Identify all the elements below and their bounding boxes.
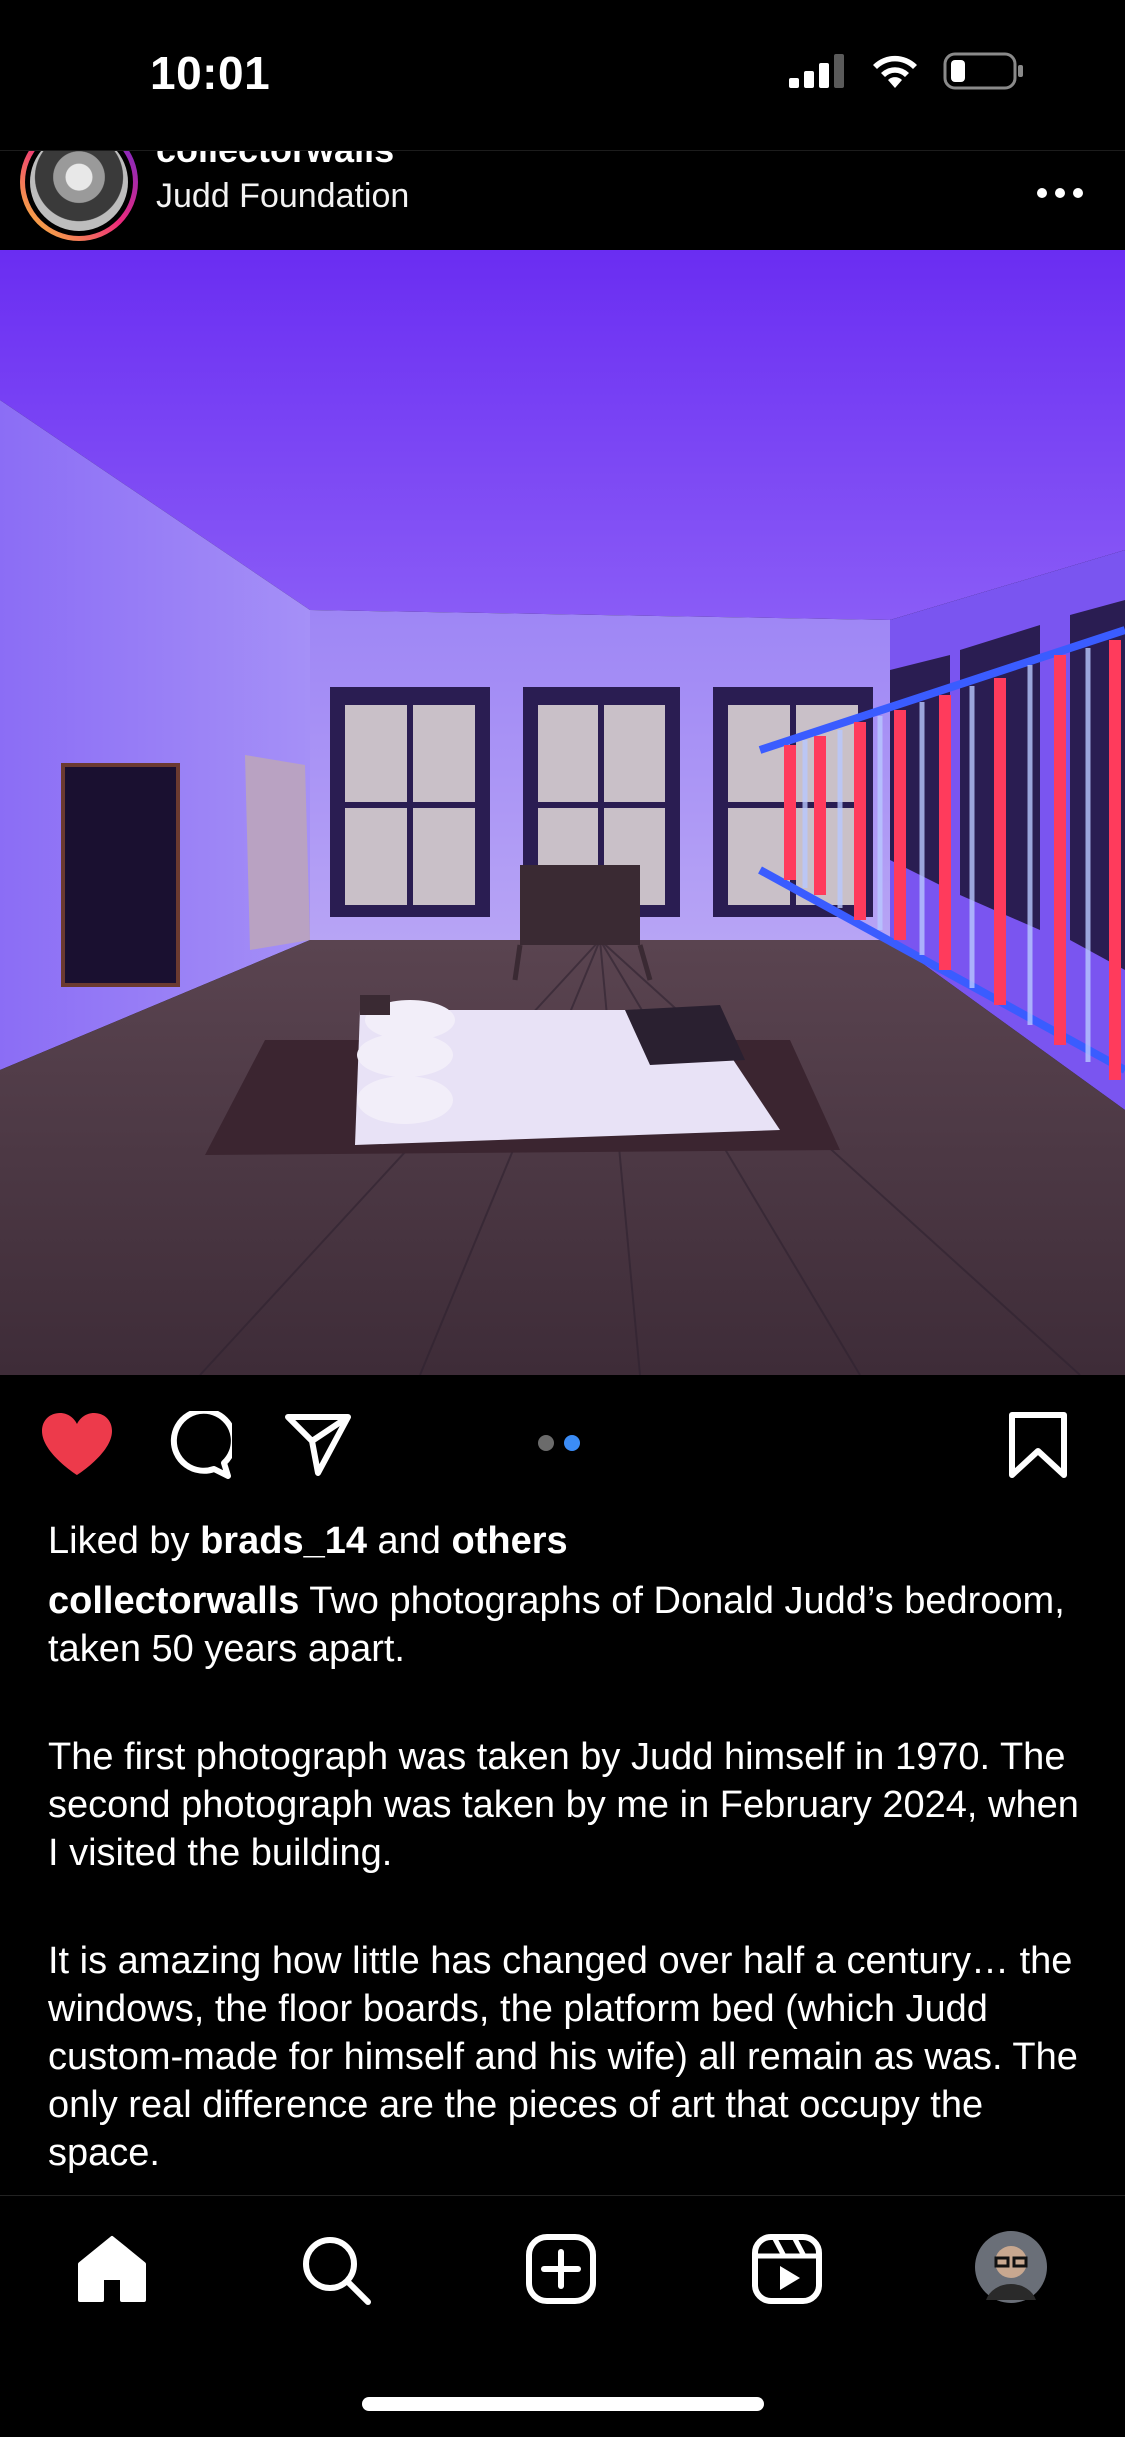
post-caption: Liked by brads_14 and others collectorwa… xyxy=(48,1517,1088,2177)
create-icon[interactable] xyxy=(526,2234,596,2309)
status-icons xyxy=(789,52,1025,90)
save-icon[interactable] xyxy=(1008,1411,1068,1484)
carousel-indicator xyxy=(538,1435,580,1451)
likes-others-link[interactable]: others xyxy=(452,1520,568,1562)
likes-middle: and xyxy=(366,1520,452,1562)
post-location[interactable]: Judd Foundation xyxy=(156,177,409,216)
post-username[interactable]: collectorwalls xyxy=(156,151,394,171)
caption-username[interactable]: collectorwalls xyxy=(48,1580,299,1622)
carousel-dot-active xyxy=(564,1435,580,1451)
reels-icon[interactable] xyxy=(752,2234,822,2309)
home-icon[interactable] xyxy=(76,2234,148,2309)
share-icon[interactable] xyxy=(284,1413,352,1482)
caption-para-2: The first photograph was taken by Judd h… xyxy=(48,1736,1079,1874)
more-icon[interactable] xyxy=(1035,165,1085,210)
post-actions xyxy=(0,1375,1125,1525)
signal-icon xyxy=(789,54,844,88)
post-photo[interactable] xyxy=(0,250,1125,1375)
status-time: 10:01 xyxy=(150,47,271,99)
profile-avatar[interactable] xyxy=(974,2230,1048,2309)
status-bar: 10:01 xyxy=(0,0,1125,150)
post-author-avatar[interactable] xyxy=(20,151,138,241)
post-header: collectorwalls Judd Foundation xyxy=(0,150,1125,251)
likes-prefix: Liked by xyxy=(48,1520,201,1562)
likes-user-link[interactable]: brads_14 xyxy=(200,1520,367,1562)
carousel-dot xyxy=(538,1435,554,1451)
comment-icon[interactable] xyxy=(164,1407,237,1484)
like-icon[interactable] xyxy=(40,1411,114,1482)
wifi-icon xyxy=(873,55,917,88)
likes-line: Liked by brads_14 and others xyxy=(48,1517,1088,1565)
caption-para-1: collectorwalls Two photographs of Donald… xyxy=(48,1577,1088,1673)
battery-icon xyxy=(943,52,1023,90)
caption-para-3: It is amazing how little has changed ove… xyxy=(48,1940,1078,2174)
search-icon[interactable] xyxy=(300,2234,372,2311)
home-indicator[interactable] xyxy=(362,2397,764,2411)
